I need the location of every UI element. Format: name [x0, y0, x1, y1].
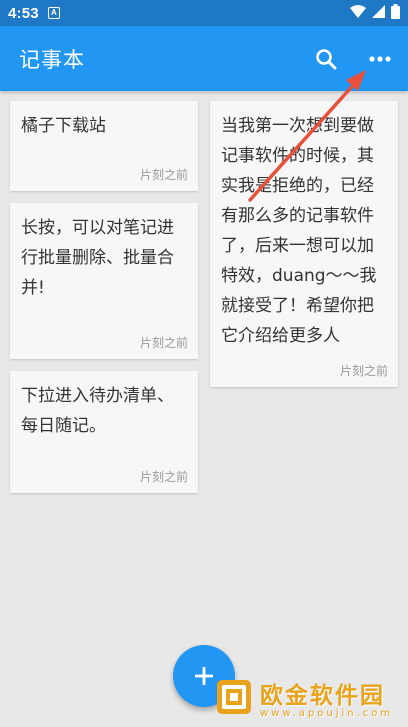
status-time: 4:53: [8, 4, 39, 22]
search-button[interactable]: [304, 37, 348, 81]
note-card[interactable]: 长按，可以对笔记进行批量删除、批量合并! 片刻之前: [10, 203, 198, 359]
note-time: 片刻之前: [139, 336, 188, 350]
status-indicators: [350, 3, 400, 23]
signal-icon: [372, 4, 385, 22]
battery-icon: [391, 3, 400, 23]
more-horizontal-icon: [369, 55, 391, 62]
note-card[interactable]: 当我第一次想到要做记事软件的时候，其实我是拒绝的，已经有那么多的记事软件了，后来…: [210, 101, 398, 387]
note-card[interactable]: 下拉进入待办清单、每日随记。 片刻之前: [10, 371, 198, 493]
wifi-icon: [350, 4, 366, 22]
note-text: 橘子下载站: [21, 116, 106, 136]
app-actions: [304, 37, 408, 81]
status-bar: 4:53 A: [0, 0, 408, 26]
watermark-title: 欧金软件园: [260, 682, 385, 709]
notes-column-left: 橘子下载站 片刻之前 长按，可以对笔记进行批量删除、批量合并! 片刻之前 下拉进…: [10, 101, 198, 505]
note-text: 长按，可以对笔记进行批量删除、批量合并!: [21, 218, 174, 298]
note-time: 片刻之前: [339, 364, 388, 378]
app-bar: 记事本: [0, 26, 408, 91]
search-icon: [316, 48, 337, 69]
watermark-url: www.apoujin.com: [260, 707, 394, 719]
note-card[interactable]: 橘子下载站 片刻之前: [10, 101, 198, 191]
plus-icon: [195, 667, 213, 685]
note-time: 片刻之前: [139, 470, 188, 484]
notes-column-right: 当我第一次想到要做记事软件的时候，其实我是拒绝的，已经有那么多的记事软件了，后来…: [210, 101, 398, 399]
add-note-button[interactable]: [173, 645, 235, 707]
watermark: 欧金软件园 www.apoujin.com: [216, 669, 404, 725]
app-title: 记事本: [19, 47, 85, 72]
note-text: 当我第一次想到要做记事软件的时候，其实我是拒绝的，已经有那么多的记事软件了，后来…: [221, 116, 377, 346]
note-time: 片刻之前: [139, 168, 188, 182]
note-text: 下拉进入待办清单、每日随记。: [21, 386, 174, 436]
more-options-button[interactable]: [358, 37, 402, 81]
notification-icon: A: [47, 7, 60, 19]
